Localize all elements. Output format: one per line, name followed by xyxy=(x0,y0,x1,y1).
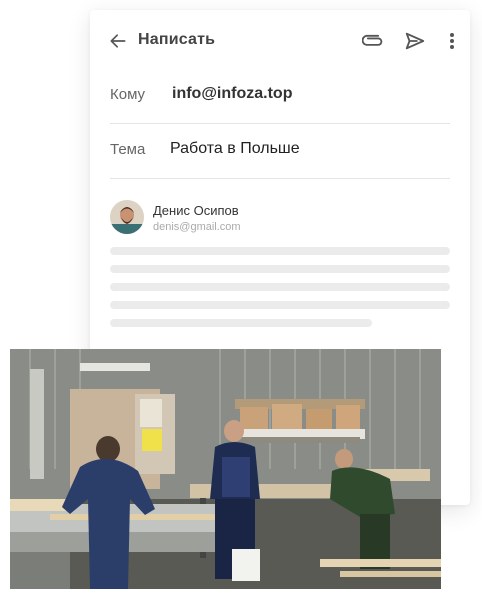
message-placeholder-line xyxy=(110,283,450,291)
message-placeholder-line xyxy=(110,247,450,255)
workshop-illustration xyxy=(10,349,441,589)
to-value[interactable]: info@infoza.top xyxy=(172,85,292,103)
paperclip-icon[interactable] xyxy=(362,30,384,52)
subject-field[interactable]: Тема Работа в Польше xyxy=(110,123,450,179)
sender-email: denis@gmail.com xyxy=(153,221,241,233)
avatar xyxy=(110,200,144,234)
message-placeholder-line xyxy=(110,301,450,309)
to-label: Кому xyxy=(110,86,146,103)
message-placeholder-line xyxy=(110,319,372,327)
subject-value[interactable]: Работа в Польше xyxy=(170,140,300,158)
back-arrow-icon[interactable] xyxy=(108,31,128,51)
to-field[interactable]: Кому info@infoza.top xyxy=(110,68,450,124)
sender-block: Денис Осипов denis@gmail.com xyxy=(110,200,450,240)
message-placeholder-line xyxy=(110,265,450,273)
avatar-portrait xyxy=(110,200,144,234)
send-icon[interactable] xyxy=(404,30,426,52)
workshop-photo xyxy=(10,349,441,589)
compose-toolbar: Написать xyxy=(90,10,470,72)
subject-label: Тема xyxy=(110,141,146,158)
more-vertical-icon[interactable] xyxy=(444,30,460,52)
compose-title: Написать xyxy=(138,31,216,48)
sender-name: Денис Осипов xyxy=(153,203,239,218)
